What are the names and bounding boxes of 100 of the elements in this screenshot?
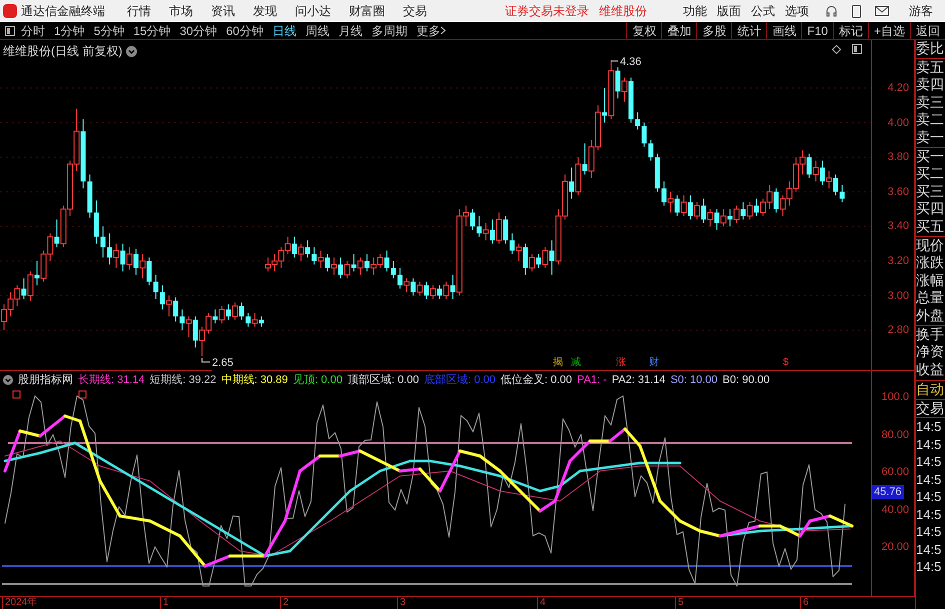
indicator-reading: PA1: - bbox=[577, 373, 607, 388]
tool-menu-item[interactable]: 公式 bbox=[751, 2, 775, 20]
quote-label: 卖三 bbox=[916, 94, 945, 112]
trade-time: 14:5 bbox=[916, 453, 942, 471]
toolbar-button[interactable]: 标记 bbox=[832, 22, 868, 40]
indicator-reading: PA2: 31.14 bbox=[612, 373, 666, 388]
menu-item[interactable]: 交易 bbox=[403, 2, 427, 20]
quote-label: 买五 bbox=[916, 218, 945, 236]
toolbar-button[interactable]: 多股 bbox=[696, 22, 732, 40]
low-price-label: 2.65 bbox=[212, 355, 234, 372]
headset-icon[interactable] bbox=[825, 4, 838, 18]
menu-item[interactable]: 财富圈 bbox=[349, 2, 385, 20]
login-status[interactable]: 证券交易未登录 bbox=[505, 2, 589, 20]
leader-line bbox=[610, 60, 618, 62]
leader-line bbox=[202, 358, 210, 362]
trade-time: 14:5 bbox=[916, 558, 942, 576]
quote-label: 买一 bbox=[916, 146, 945, 166]
menu-item[interactable]: 资讯 bbox=[211, 2, 235, 20]
toolbar-button[interactable]: +自选 bbox=[868, 22, 910, 40]
indicator-axis-label: 100.0 bbox=[881, 391, 909, 403]
user-name[interactable]: 游客 bbox=[909, 2, 933, 20]
current-value-label: 45.76 bbox=[872, 485, 904, 499]
event-mark[interactable]: 减 bbox=[570, 357, 582, 369]
quote-label: 换手 bbox=[916, 324, 945, 344]
menu-item[interactable]: 行情 bbox=[127, 2, 151, 20]
quote-label: 买三 bbox=[916, 182, 945, 200]
indicator-reading: B0: 90.00 bbox=[722, 373, 770, 388]
period-tab[interactable]: 周线 bbox=[305, 22, 330, 40]
indicator-axis-label: 20.00 bbox=[881, 541, 909, 553]
quote-label: 买四 bbox=[916, 200, 945, 218]
event-mark[interactable]: 涨 bbox=[615, 357, 627, 369]
tool-menu-item[interactable]: 功能 bbox=[683, 2, 707, 20]
more-button[interactable]: 更多 bbox=[416, 22, 448, 40]
indicator-reading: 长期线: 31.14 bbox=[78, 373, 145, 388]
menu-item[interactable]: 市场 bbox=[169, 2, 193, 20]
chevron-right-icon bbox=[440, 26, 448, 35]
price-axis-label: 3.20 bbox=[888, 255, 909, 267]
dropdown-icon[interactable] bbox=[126, 46, 138, 56]
quote-label: 涨幅 bbox=[916, 272, 945, 290]
price-axis-label: 3.80 bbox=[888, 151, 909, 164]
date-axis-label: 5 bbox=[675, 597, 684, 609]
quote-label: 委比 bbox=[916, 40, 945, 58]
panel-toggle-icon[interactable] bbox=[5, 26, 15, 36]
indicator-reading: 中期线: 30.89 bbox=[221, 373, 288, 388]
chart-title: 维维股份(日线 前复权) bbox=[3, 43, 122, 60]
indicator-reading: S0: 10.00 bbox=[670, 373, 718, 388]
period-tab[interactable]: 月线 bbox=[338, 22, 362, 40]
trade-tab[interactable]: 自动 bbox=[916, 380, 945, 399]
dropdown-icon[interactable] bbox=[3, 375, 13, 386]
price-axis-label: 4.00 bbox=[888, 116, 909, 129]
period-tab[interactable]: 30分钟 bbox=[180, 22, 218, 40]
indicator-reading: 顶部区域: 0.00 bbox=[347, 372, 419, 388]
toolbar-button[interactable]: 统计 bbox=[731, 22, 766, 40]
period-tab[interactable]: 多周期 bbox=[371, 22, 408, 40]
event-mark[interactable]: 揭 bbox=[552, 357, 564, 369]
quote-label: 收益 bbox=[916, 360, 945, 378]
trade-tab[interactable]: 交易 bbox=[916, 398, 945, 418]
candle bbox=[100, 226, 106, 258]
price-axis-label: 3.40 bbox=[888, 220, 909, 232]
diamond-icon[interactable] bbox=[832, 45, 841, 54]
trade-time: 14:5 bbox=[916, 436, 942, 454]
app-name: 通达信金融终端 bbox=[21, 3, 105, 20]
quote-label: 外盘 bbox=[916, 306, 945, 324]
period-tab[interactable]: 5分钟 bbox=[94, 22, 124, 40]
phone-icon[interactable] bbox=[852, 4, 861, 18]
period-tab[interactable]: 15分钟 bbox=[133, 22, 171, 40]
indicator-axis-label: 40.00 bbox=[881, 504, 909, 516]
period-tab[interactable]: 日线 bbox=[272, 22, 296, 40]
toolbar-button[interactable]: 画线 bbox=[766, 22, 802, 40]
indicator-reading: 短期线: 39.22 bbox=[150, 373, 216, 388]
menu-item[interactable]: 问小达 bbox=[295, 2, 331, 20]
quote-label: 净资 bbox=[916, 343, 945, 361]
menu-item[interactable]: 发现 bbox=[253, 2, 277, 20]
trade-time: 14:5 bbox=[916, 540, 942, 558]
period-tab[interactable]: 60分钟 bbox=[226, 22, 264, 40]
toolbar-button[interactable]: F10 bbox=[801, 22, 833, 40]
toolbar-button[interactable]: 返回 bbox=[910, 22, 945, 40]
quote-label: 现价 bbox=[916, 236, 945, 254]
date-axis-label: 4 bbox=[537, 597, 546, 609]
quote-label: 涨跌 bbox=[916, 254, 945, 272]
trade-time: 14:5 bbox=[916, 488, 942, 506]
period-tab[interactable]: 1分钟 bbox=[54, 22, 85, 40]
mail-icon[interactable] bbox=[875, 6, 889, 16]
toolbar-button[interactable]: 叠加 bbox=[661, 22, 696, 40]
trade-time: 14:5 bbox=[916, 523, 942, 541]
quote-label: 卖五 bbox=[916, 58, 945, 76]
panel-toggle-icon[interactable] bbox=[852, 44, 862, 54]
event-mark[interactable]: $ bbox=[782, 357, 790, 369]
period-tab[interactable]: 分时 bbox=[21, 22, 45, 40]
tool-menu-item[interactable]: 选项 bbox=[785, 2, 809, 20]
quote-label: 卖二 bbox=[916, 111, 945, 129]
date-axis-label: 2 bbox=[280, 597, 289, 609]
stock-name: 维维股份 bbox=[599, 3, 647, 20]
date-axis-label: 2024年 bbox=[2, 597, 38, 609]
price-axis-label: 2.80 bbox=[888, 324, 909, 336]
date-axis-label: 1 bbox=[160, 597, 169, 609]
event-mark[interactable]: 财 bbox=[648, 357, 660, 369]
toolbar-button[interactable]: 复权 bbox=[626, 22, 662, 40]
tool-menu-item[interactable]: 版面 bbox=[717, 2, 741, 20]
date-axis-label: 6 bbox=[800, 597, 809, 609]
